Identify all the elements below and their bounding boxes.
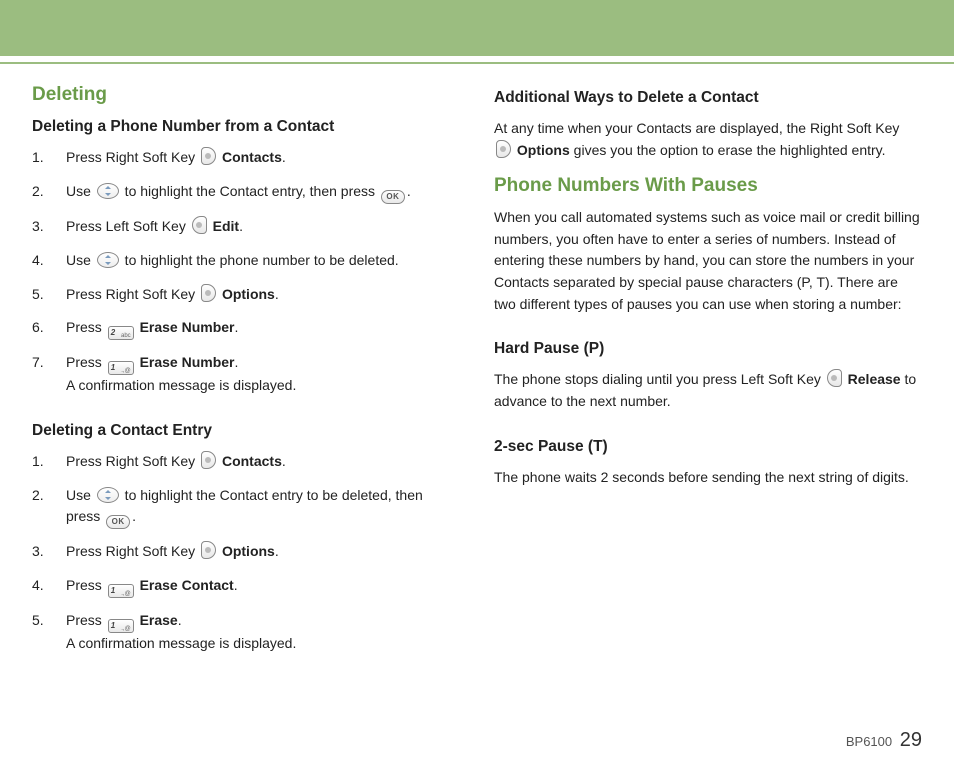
step: 3.Press Left Soft Key Edit. bbox=[32, 216, 460, 238]
step-number: 2. bbox=[32, 181, 54, 203]
step-text: Use bbox=[66, 252, 95, 268]
step: 6.Press 2abc Erase Number. bbox=[32, 317, 460, 340]
step: 3.Press Right Soft Key Options. bbox=[32, 541, 460, 563]
page-footer: BP6100 29 bbox=[846, 729, 922, 752]
heading-additional-ways: Additional Ways to Delete a Contact bbox=[494, 86, 922, 110]
nav-key-icon bbox=[97, 183, 119, 199]
key-1-icon: 1.,@ bbox=[108, 584, 134, 598]
step: 2.Use to highlight the Contact entry, th… bbox=[32, 181, 460, 204]
right-column: Additional Ways to Delete a Contact At a… bbox=[494, 80, 922, 667]
nav-key-icon bbox=[97, 252, 119, 268]
ok-key-icon: OK bbox=[381, 190, 405, 204]
right-soft-key-icon bbox=[201, 147, 216, 165]
key-1-icon: 1.,@ bbox=[108, 361, 134, 375]
paragraph-additional: At any time when your Contacts are displ… bbox=[494, 118, 922, 161]
step: 4.Use to highlight the phone number to b… bbox=[32, 250, 460, 272]
label: Release bbox=[848, 371, 901, 387]
paragraph-pauses: When you call automated systems such as … bbox=[494, 207, 922, 315]
heading-pauses: Phone Numbers With Pauses bbox=[494, 171, 922, 200]
nav-key-icon bbox=[97, 487, 119, 503]
key-1-icon: 1.,@ bbox=[108, 619, 134, 633]
right-soft-key-icon bbox=[201, 284, 216, 302]
ok-key-icon: OK bbox=[106, 515, 130, 529]
step: 1.Press Right Soft Key Contacts. bbox=[32, 451, 460, 473]
label: Options bbox=[517, 142, 570, 158]
step-text: Press Left Soft Key bbox=[66, 218, 190, 234]
step-number: 7. bbox=[32, 352, 54, 374]
step-note: A confirmation message is displayed. bbox=[66, 377, 296, 393]
step-text: Use bbox=[66, 487, 95, 503]
step-number: 5. bbox=[32, 610, 54, 632]
label: Erase Number bbox=[140, 319, 235, 335]
paragraph-2sec-pause: The phone waits 2 seconds before sending… bbox=[494, 467, 922, 489]
steps-delete-contact: 1.Press Right Soft Key Contacts. 2.Use t… bbox=[32, 451, 460, 655]
page-columns: Deleting Deleting a Phone Number from a … bbox=[0, 64, 954, 667]
step: 1.Press Right Soft Key Contacts. bbox=[32, 147, 460, 169]
step-number: 1. bbox=[32, 147, 54, 169]
step-number: 1. bbox=[32, 451, 54, 473]
step-text: Press bbox=[66, 354, 106, 370]
heading-deleting-contact: Deleting a Contact Entry bbox=[32, 419, 460, 443]
heading-2sec-pause: 2-sec Pause (T) bbox=[494, 435, 922, 459]
left-soft-key-icon bbox=[192, 216, 207, 234]
right-soft-key-icon bbox=[201, 451, 216, 469]
step: 5.Press 1.,@ Erase.A confirmation messag… bbox=[32, 610, 460, 655]
label: Contacts bbox=[222, 453, 282, 469]
step-number: 6. bbox=[32, 317, 54, 339]
heading-hard-pause: Hard Pause (P) bbox=[494, 337, 922, 361]
step-text: Press Right Soft Key bbox=[66, 543, 199, 559]
step-text: Press bbox=[66, 319, 106, 335]
step: 7.Press 1.,@ Erase Number.A confirmation… bbox=[32, 352, 460, 397]
right-soft-key-icon bbox=[201, 541, 216, 559]
step: 5.Press Right Soft Key Options. bbox=[32, 284, 460, 306]
left-column: Deleting Deleting a Phone Number from a … bbox=[32, 80, 460, 667]
step-text: Press Right Soft Key bbox=[66, 149, 199, 165]
step-note: A confirmation message is displayed. bbox=[66, 635, 296, 651]
step-text: Press Right Soft Key bbox=[66, 453, 199, 469]
step-number: 3. bbox=[32, 541, 54, 563]
step: 4.Press 1.,@ Erase Contact. bbox=[32, 575, 460, 598]
step-number: 2. bbox=[32, 485, 54, 507]
header-band bbox=[0, 0, 954, 56]
label: Erase Number bbox=[140, 354, 235, 370]
label: Options bbox=[222, 286, 275, 302]
step-text: Press Right Soft Key bbox=[66, 286, 199, 302]
steps-delete-phone: 1.Press Right Soft Key Contacts. 2.Use t… bbox=[32, 147, 460, 396]
label: Options bbox=[222, 543, 275, 559]
page-number: 29 bbox=[900, 729, 922, 751]
label: Contacts bbox=[222, 149, 282, 165]
step-number: 3. bbox=[32, 216, 54, 238]
step-number: 4. bbox=[32, 250, 54, 272]
label: Erase bbox=[140, 612, 178, 628]
label: Erase Contact bbox=[140, 577, 234, 593]
heading-deleting-phone: Deleting a Phone Number from a Contact bbox=[32, 115, 460, 139]
step: 2.Use to highlight the Contact entry to … bbox=[32, 485, 460, 530]
model-label: BP6100 bbox=[846, 734, 892, 749]
right-soft-key-icon bbox=[496, 140, 511, 158]
key-2-icon: 2abc bbox=[108, 326, 134, 340]
step-text: Press bbox=[66, 612, 106, 628]
step-text: Press bbox=[66, 577, 106, 593]
label: Edit bbox=[213, 218, 239, 234]
heading-deleting: Deleting bbox=[32, 80, 460, 109]
step-text: Use bbox=[66, 183, 95, 199]
left-soft-key-icon bbox=[827, 369, 842, 387]
step-number: 5. bbox=[32, 284, 54, 306]
paragraph-hard-pause: The phone stops dialing until you press … bbox=[494, 369, 922, 412]
step-number: 4. bbox=[32, 575, 54, 597]
